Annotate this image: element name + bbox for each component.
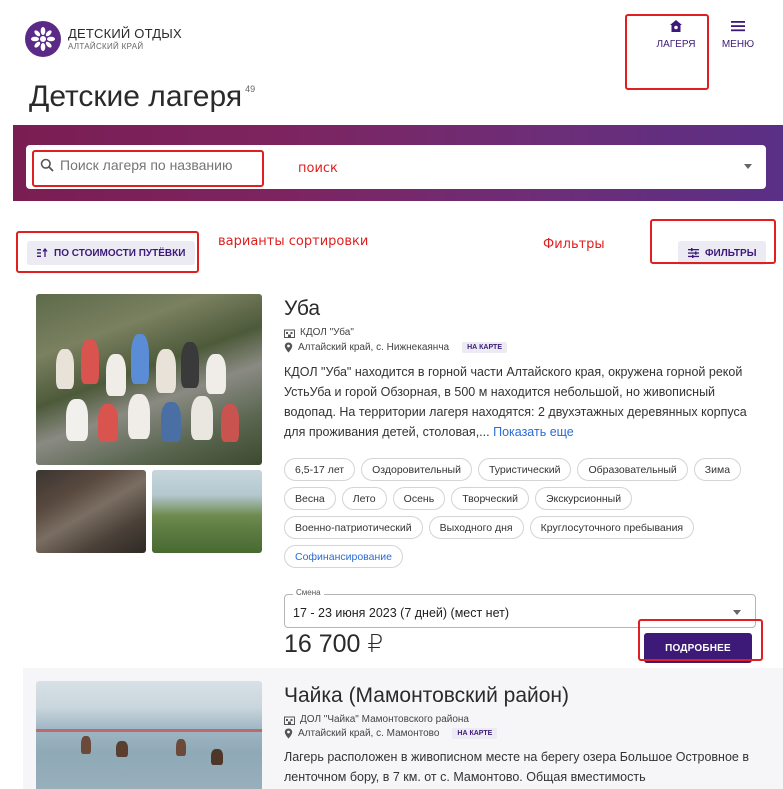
tag[interactable]: Весна bbox=[284, 487, 336, 510]
camp-org-name: КДОЛ "Уба" bbox=[300, 327, 354, 338]
camp-location: Алтайский край, с. Нижнекаянча НА КАРТЕ bbox=[284, 342, 507, 353]
tag[interactable]: 6,5-17 лет bbox=[284, 458, 356, 481]
app-frame: ДЕТСКИЙ ОТДЫХ АЛТАЙСКИЙ КРАЙ ЛАГЕРЯ МЕНЮ… bbox=[13, 9, 783, 789]
shift-label: Смена bbox=[293, 588, 324, 597]
camp-org: КДОЛ "Уба" bbox=[284, 327, 354, 338]
tag[interactable]: Выходного дня bbox=[428, 516, 524, 539]
camp-description: КДОЛ "Уба" находится в горной части Алта… bbox=[284, 362, 754, 442]
camp-description: Лагерь расположен в живописном месте на … bbox=[284, 750, 749, 784]
camp-count: 49 bbox=[245, 84, 256, 94]
show-more-link[interactable]: Показать еще bbox=[493, 425, 574, 439]
camp-photo-thumb-1[interactable] bbox=[36, 470, 146, 553]
building-icon bbox=[284, 716, 295, 725]
tag[interactable]: Зима bbox=[693, 458, 742, 481]
brand-logo[interactable] bbox=[25, 21, 61, 57]
map-link[interactable]: НА КАРТЕ bbox=[462, 342, 507, 353]
camp-tags: 6,5-17 лет Оздоровительный Туристический… bbox=[284, 458, 764, 568]
location-pin-icon bbox=[284, 342, 293, 353]
camp-photo-main[interactable] bbox=[36, 681, 262, 789]
camp-card: Чайка (Мамонтовский район) ДОЛ "Чайка" М… bbox=[23, 668, 783, 789]
page-title-text: Детские лагеря bbox=[29, 80, 243, 113]
tag[interactable]: Лето bbox=[341, 487, 387, 510]
page-title: Детские лагеря 49 bbox=[29, 80, 255, 114]
camp-location-text: Алтайский край, с. Мамонтово bbox=[298, 728, 440, 739]
tag-cofinancing[interactable]: Софинансирование bbox=[284, 545, 403, 568]
annotation-box-sort bbox=[16, 231, 199, 273]
annotation-box-search bbox=[32, 150, 264, 187]
annotation-box-details bbox=[638, 619, 763, 661]
brand-title: ДЕТСКИЙ ОТДЫХ bbox=[68, 26, 182, 41]
camp-price: 16 700 ₽ bbox=[284, 630, 384, 658]
annotation-box-filters bbox=[650, 219, 776, 264]
shift-value: 17 - 23 июня 2023 (7 дней) (мест нет) bbox=[293, 606, 510, 620]
flower-logo-icon bbox=[31, 27, 55, 51]
tag[interactable]: Образовательный bbox=[577, 458, 688, 481]
nav-menu-button[interactable]: МЕНЮ bbox=[713, 19, 763, 50]
tag[interactable]: Творческий bbox=[451, 487, 529, 510]
annotation-label-sort: варианты сортировки bbox=[218, 234, 369, 249]
tag[interactable]: Экскурсионный bbox=[534, 487, 633, 510]
camp-name[interactable]: Чайка (Мамонтовский район) bbox=[284, 684, 569, 708]
nav-menu-label: МЕНЮ bbox=[721, 39, 755, 50]
camp-org-name: ДОЛ "Чайка" Мамонтовского района bbox=[300, 714, 469, 725]
camp-location: Алтайский край, с. Мамонтово НА КАРТЕ bbox=[284, 728, 498, 739]
annotation-label-filters: Фильтры bbox=[543, 237, 605, 252]
camp-location-text: Алтайский край, с. Нижнекаянча bbox=[298, 342, 450, 353]
building-icon bbox=[284, 329, 295, 338]
annotation-label-search: поиск bbox=[298, 161, 338, 176]
annotation-box-nav-camps bbox=[625, 14, 709, 90]
camp-org: ДОЛ "Чайка" Мамонтовского района bbox=[284, 714, 469, 725]
tag[interactable]: Военно-патриотический bbox=[284, 516, 423, 539]
search-dropdown-caret-icon[interactable] bbox=[744, 164, 752, 169]
menu-icon bbox=[731, 21, 745, 32]
camp-name[interactable]: Уба bbox=[284, 297, 320, 321]
location-pin-icon bbox=[284, 728, 293, 739]
brand-subtitle: АЛТАЙСКИЙ КРАЙ bbox=[68, 42, 144, 51]
tag[interactable]: Туристический bbox=[477, 458, 572, 481]
camp-photo-thumb-2[interactable] bbox=[152, 470, 262, 553]
camp-photo-main[interactable] bbox=[36, 294, 262, 465]
tag[interactable]: Оздоровительный bbox=[361, 458, 472, 481]
tag[interactable]: Круглосуточного пребывания bbox=[529, 516, 695, 539]
shift-dropdown-caret-icon[interactable] bbox=[733, 610, 741, 615]
map-link[interactable]: НА КАРТЕ bbox=[452, 728, 498, 739]
tag[interactable]: Осень bbox=[392, 487, 446, 510]
